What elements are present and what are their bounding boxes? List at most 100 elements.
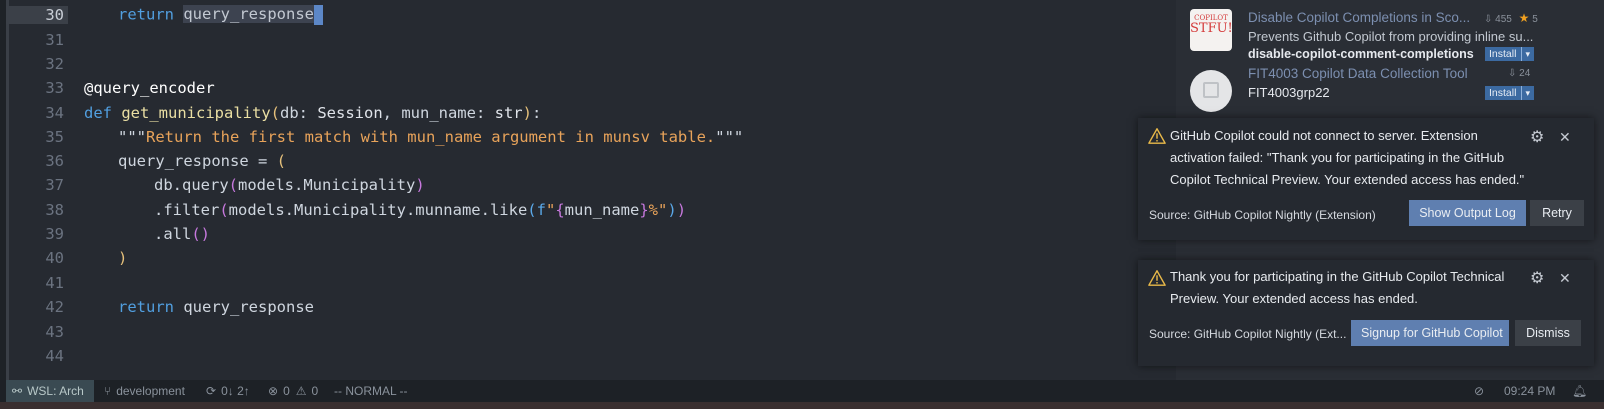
extension-thumbnail: COPILOT STFU!: [1190, 9, 1232, 51]
line-number: 31: [45, 30, 64, 49]
code-token: :: [531, 103, 542, 122]
code-line[interactable]: 39 .all(): [6, 221, 1176, 246]
code-token: .filter: [154, 200, 220, 219]
code-line[interactable]: 40 ): [6, 245, 1176, 270]
code-token: get_municipality: [121, 103, 271, 122]
code-token: db.query: [154, 175, 229, 194]
selected-text[interactable]: query_response: [183, 5, 314, 23]
notification-message: GitHub Copilot could not connect to serv…: [1170, 128, 1525, 187]
desktop-background-strip: [0, 402, 1604, 409]
gear-icon[interactable]: ⚙: [1530, 127, 1548, 146]
code-token: """: [715, 127, 744, 146]
vim-mode: -- NORMAL --: [334, 384, 408, 398]
code-line[interactable]: 32: [6, 51, 1176, 76]
code-token: , mun_name:: [382, 103, 495, 122]
notification-source: Source: GitHub Copilot Nightly (Extensio…: [1149, 208, 1376, 222]
line-number: 36: [45, 151, 64, 170]
notification-toast[interactable]: Thank you for participating in the GitHu…: [1138, 260, 1594, 366]
code-token: Session: [317, 103, 383, 122]
line-number: 34: [45, 103, 64, 122]
code-token: %": [648, 200, 668, 219]
code-token: }: [639, 200, 649, 219]
code-line[interactable]: 34 def get_municipality(db: Session, mun…: [6, 100, 1176, 125]
code-line[interactable]: 31: [6, 27, 1176, 52]
extension-downloads: ⇩ 455 ★ 5: [1484, 11, 1538, 25]
star-icon: ★: [1518, 11, 1530, 25]
chevron-down-icon[interactable]: ▾: [1521, 47, 1530, 61]
warning-icon: ⚠: [295, 384, 307, 398]
error-icon: ⊗: [268, 384, 279, 398]
show-output-log-button[interactable]: Show Output Log: [1409, 200, 1526, 226]
code-token: ): [667, 200, 677, 219]
code-line[interactable]: 37 db.query(models.Municipality): [6, 172, 1176, 197]
line-number: 38: [45, 200, 64, 219]
dismiss-button[interactable]: Dismiss: [1515, 320, 1581, 346]
code-line[interactable]: 42 return query_response: [6, 294, 1176, 319]
line-number: 43: [45, 322, 64, 341]
code-editor[interactable]: 30 return query_response 31 32 33 @query…: [6, 0, 1176, 380]
warning-icon: [1148, 128, 1166, 144]
chevron-down-icon[interactable]: ▾: [1521, 86, 1530, 100]
warning-icon: [1148, 270, 1166, 286]
download-icon: ⇩: [1484, 14, 1493, 25]
code-line[interactable]: 35 """Return the first match with mun_na…: [6, 124, 1176, 149]
line-number: 32: [45, 54, 64, 73]
placeholder-icon: [1203, 82, 1219, 98]
code-token: return: [118, 297, 174, 316]
bell-icon[interactable]: 🔔︎: [1572, 380, 1587, 402]
problems-indicator[interactable]: ⊗ 0 ⚠ 0: [268, 380, 318, 402]
code-token: (: [276, 151, 286, 170]
code-line[interactable]: 44: [6, 343, 1176, 368]
code-line[interactable]: 30 return query_response: [6, 2, 1176, 27]
gear-icon[interactable]: ⚙: [1530, 268, 1548, 287]
line-number: 35: [45, 127, 64, 146]
extension-downloads: ⇩ 24: [1508, 68, 1531, 79]
code-token: models.Municipality: [238, 175, 416, 194]
notification-source: Source: GitHub Copilot Nightly (Ext...: [1149, 327, 1347, 341]
code-token: Return the first match with mun_name arg…: [146, 127, 716, 146]
extension-item[interactable]: FIT4003 Copilot Data Collection Tool ⇩ 2…: [1176, 64, 1576, 122]
code-line[interactable]: 38 .filter(models.Municipality.munname.l…: [6, 197, 1176, 222]
code-token: .all: [154, 224, 192, 243]
code-token: def: [84, 103, 112, 122]
install-button[interactable]: Install ▾: [1485, 47, 1534, 61]
close-icon[interactable]: ✕: [1559, 130, 1573, 144]
line-number: 42: [45, 297, 64, 316]
code-token: str: [494, 103, 523, 122]
code-token: (: [228, 175, 238, 194]
extension-publisher[interactable]: FIT4003grp22: [1248, 85, 1330, 100]
extension-description: Prevents Github Copilot from providing i…: [1248, 29, 1534, 44]
download-icon: ⇩: [1508, 68, 1517, 79]
extension-publisher[interactable]: disable-copilot-comment-completions: [1248, 47, 1474, 61]
code-token: @query_encoder: [84, 78, 215, 97]
branch-indicator[interactable]: ⑂ development: [104, 380, 185, 402]
code-token: mun_name: [564, 200, 640, 219]
code-token: (: [527, 200, 537, 219]
notification-message: Thank you for participating in the GitHu…: [1170, 269, 1505, 306]
signup-button[interactable]: Signup for GitHub Copilot: [1351, 320, 1509, 346]
extension-item[interactable]: COPILOT STFU! Disable Copilot Completion…: [1176, 4, 1576, 62]
code-token: ): [118, 248, 128, 267]
sync-icon: ⟳: [206, 384, 217, 398]
extension-title[interactable]: Disable Copilot Completions in Sco...: [1248, 10, 1470, 25]
code-token: query_response: [174, 297, 314, 316]
code-line[interactable]: 43: [6, 319, 1176, 344]
code-token: (: [219, 200, 229, 219]
copilot-disabled-icon[interactable]: ⊘: [1474, 380, 1484, 402]
git-branch-icon: ⑂: [104, 384, 112, 398]
code-token: ): [676, 200, 687, 219]
code-token: {: [555, 200, 565, 219]
code-line[interactable]: 36 query_response = (: [6, 148, 1176, 173]
install-button[interactable]: Install ▾: [1485, 86, 1534, 100]
extension-title[interactable]: FIT4003 Copilot Data Collection Tool: [1248, 66, 1468, 81]
code-line[interactable]: 41: [6, 270, 1176, 295]
retry-button[interactable]: Retry: [1530, 200, 1584, 226]
remote-indicator[interactable]: ⚯ WSL: Arch: [6, 380, 94, 402]
sync-indicator[interactable]: ⟳ 0↓ 2↑: [206, 380, 250, 402]
line-number: 30: [6, 5, 68, 24]
clock: 09:24 PM: [1504, 384, 1556, 398]
notification-toast[interactable]: GitHub Copilot could not connect to serv…: [1138, 118, 1594, 240]
code-token: """: [118, 127, 146, 146]
code-line[interactable]: 33 @query_encoder: [6, 75, 1176, 100]
close-icon[interactable]: ✕: [1559, 271, 1573, 285]
